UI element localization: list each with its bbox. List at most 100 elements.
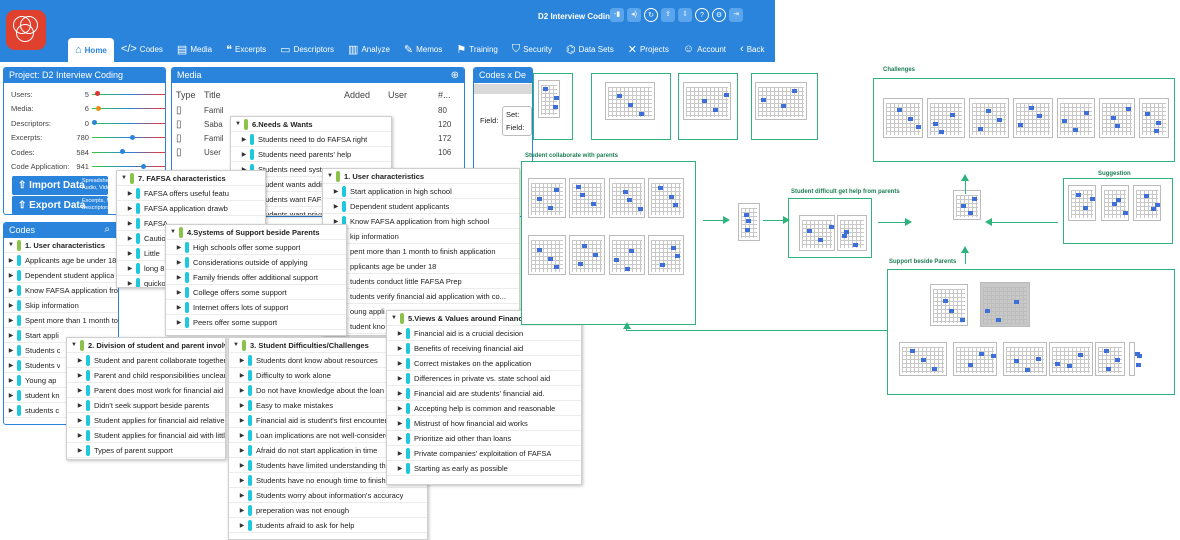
app-logo[interactable] <box>6 10 46 50</box>
card-title[interactable]: ▼ 7. FAFSA characteristics <box>117 171 265 186</box>
chevron-right-icon[interactable]: ▶ <box>396 420 404 427</box>
chevron-right-icon[interactable]: ▶ <box>238 492 246 499</box>
chevron-right-icon[interactable]: ▶ <box>396 330 404 337</box>
chevron-right-icon[interactable]: ▶ <box>238 462 246 469</box>
help-icon[interactable]: ? <box>695 8 709 22</box>
code-item[interactable]: ▶ Spent more than 1 month to finish app..… <box>4 313 118 328</box>
chevron-right-icon[interactable]: ▶ <box>396 435 404 442</box>
chevron-right-icon[interactable]: ▶ <box>238 357 246 364</box>
search-icon[interactable]: ⌕ <box>104 224 110 235</box>
chevron-right-icon[interactable]: ▶ <box>7 287 15 294</box>
code-item[interactable]: ▶ High schools offer some support <box>166 240 346 255</box>
nav-security[interactable]: ⛉ Security <box>505 38 559 60</box>
chevron-right-icon[interactable]: ▶ <box>238 372 246 379</box>
code-chart-thumbnail[interactable] <box>899 342 947 376</box>
code-chart-thumbnail[interactable] <box>1057 98 1095 138</box>
code-chart-thumbnail[interactable] <box>609 235 645 275</box>
chevron-right-icon[interactable]: ▶ <box>238 387 246 394</box>
chevron-right-icon[interactable]: ▶ <box>126 250 134 257</box>
nav-analyze[interactable]: ▥ Analyze <box>341 38 397 60</box>
chevron-right-icon[interactable]: ▶ <box>238 477 246 484</box>
code-chart-thumbnail[interactable] <box>569 235 605 275</box>
nav-projects[interactable]: ✕ Projects <box>621 38 676 60</box>
code-item[interactable]: ▶ Applicants age be under 18 <box>4 253 118 268</box>
code-chart-thumbnail[interactable] <box>538 80 560 118</box>
chevron-right-icon[interactable]: ▶ <box>396 450 404 457</box>
code-item[interactable]: ▶ students afraid to ask for help <box>229 518 427 533</box>
code-chart-thumbnail[interactable] <box>953 342 997 376</box>
zoom-icon[interactable]: -▮ <box>610 8 624 22</box>
code-chart-thumbnail[interactable] <box>528 235 566 275</box>
nav-account[interactable]: ☺ Account <box>676 38 733 60</box>
code-item[interactable]: ▶tudents verify financial aid applicatio… <box>323 289 519 304</box>
chevron-right-icon[interactable]: ▶ <box>240 136 248 143</box>
nav-data-sets[interactable]: ⌬ Data Sets <box>559 38 621 60</box>
nav-excerpts[interactable]: ❝ Excerpts <box>219 38 273 60</box>
chevron-right-icon[interactable]: ▶ <box>240 151 248 158</box>
nav-training[interactable]: ⚑ Training <box>449 38 504 60</box>
refresh-icon[interactable]: ↻ <box>644 8 658 22</box>
code-chart-thumbnail[interactable] <box>837 215 867 251</box>
code-chart-thumbnail[interactable] <box>799 215 835 251</box>
import-data-button[interactable]: ⇧ Import Data Spreadshe Audio, Vide <box>12 176 110 195</box>
chevron-right-icon[interactable]: ▶ <box>332 203 340 210</box>
col-user[interactable]: User <box>388 90 438 100</box>
code-chart-thumbnail[interactable] <box>1101 185 1129 221</box>
code-item[interactable]: ▶ Start application in high school <box>323 184 519 199</box>
upload-icon[interactable]: ⇪ <box>661 8 675 22</box>
card-title[interactable]: ▼ 6.Needs & Wants <box>231 117 391 132</box>
code-chart-thumbnail[interactable] <box>953 190 981 220</box>
audio-icon[interactable]: ◂) <box>627 8 641 22</box>
chevron-right-icon[interactable]: ▶ <box>7 377 15 384</box>
code-chart-thumbnail[interactable] <box>1049 342 1093 376</box>
nav-descriptors[interactable]: ▭ Descriptors <box>273 38 341 60</box>
code-item[interactable]: ▶kip information <box>323 229 519 244</box>
chevron-right-icon[interactable]: ▶ <box>7 302 15 309</box>
code-item[interactable]: ▶ Peers offer some support <box>166 315 346 330</box>
code-item[interactable]: ▶ Student applies for financial aid relat… <box>67 413 225 428</box>
card-title[interactable]: ▼ 1. User characteristics <box>323 169 519 184</box>
chevron-right-icon[interactable]: ▶ <box>7 257 15 264</box>
code-chart-thumbnail[interactable] <box>927 98 965 138</box>
code-chart-thumbnail[interactable] <box>1013 98 1053 138</box>
chevron-right-icon[interactable]: ▶ <box>238 447 246 454</box>
download-icon[interactable]: ⇩ <box>678 8 692 22</box>
nav-codes[interactable]: </> Codes <box>114 38 170 60</box>
chevron-down-icon[interactable]: ▼ <box>169 229 177 235</box>
code-item[interactable]: ▶ Considerations outside of applying <box>166 255 346 270</box>
nav-media[interactable]: ▤ Media <box>170 38 219 60</box>
code-item[interactable]: ▶ FAFSA offers useful featu <box>117 186 265 201</box>
settings-icon[interactable]: ⚙ <box>712 8 726 22</box>
nav-back[interactable]: ‹ Back <box>733 38 771 60</box>
chevron-right-icon[interactable]: ▶ <box>126 265 134 272</box>
chevron-right-icon[interactable]: ▶ <box>76 357 84 364</box>
code-item[interactable]: ▶ FAFSA application drawb <box>117 201 265 216</box>
media-row[interactable]: ▯ Famil 80 <box>176 103 462 117</box>
chevron-down-icon[interactable]: ▼ <box>326 173 334 179</box>
code-chart-thumbnail[interactable] <box>648 235 684 275</box>
card-title[interactable]: ▼ 2. Division of student and parent invol… <box>67 338 225 353</box>
code-item[interactable]: ▶ College offers some support <box>166 285 346 300</box>
code-item[interactable]: ▶ Prioritize aid other than loans <box>387 431 581 446</box>
chevron-right-icon[interactable]: ▶ <box>175 289 183 296</box>
code-chart-thumbnail[interactable] <box>755 82 807 120</box>
code-chart-thumbnail[interactable] <box>609 178 645 218</box>
code-item[interactable]: ▶ Accepting help is common and reasonable <box>387 401 581 416</box>
nav-home[interactable]: ⌂ Home <box>68 38 114 62</box>
chevron-right-icon[interactable]: ▶ <box>238 507 246 514</box>
chevron-right-icon[interactable]: ▶ <box>7 317 15 324</box>
chevron-right-icon[interactable]: ▶ <box>332 188 340 195</box>
code-item[interactable]: ▶ Didn't seek support beside parents <box>67 398 225 413</box>
code-item[interactable]: ▶ Skip information <box>4 298 118 313</box>
code-chart-thumbnail[interactable] <box>1133 185 1161 221</box>
code-chart-thumbnail[interactable] <box>1095 342 1125 376</box>
chevron-down-icon[interactable]: ▼ <box>70 342 78 348</box>
code-item[interactable]: ▶ Students worry about information's accu… <box>229 488 427 503</box>
code-chart-thumbnail[interactable] <box>883 98 923 138</box>
chevron-right-icon[interactable]: ▶ <box>238 432 246 439</box>
col-title[interactable]: Title <box>204 90 344 100</box>
code-item[interactable]: ▶ Students need parents' help <box>231 147 391 162</box>
chevron-right-icon[interactable]: ▶ <box>126 280 134 287</box>
col-type[interactable]: Type <box>176 90 204 100</box>
chevron-down-icon[interactable]: ▼ <box>120 175 128 181</box>
